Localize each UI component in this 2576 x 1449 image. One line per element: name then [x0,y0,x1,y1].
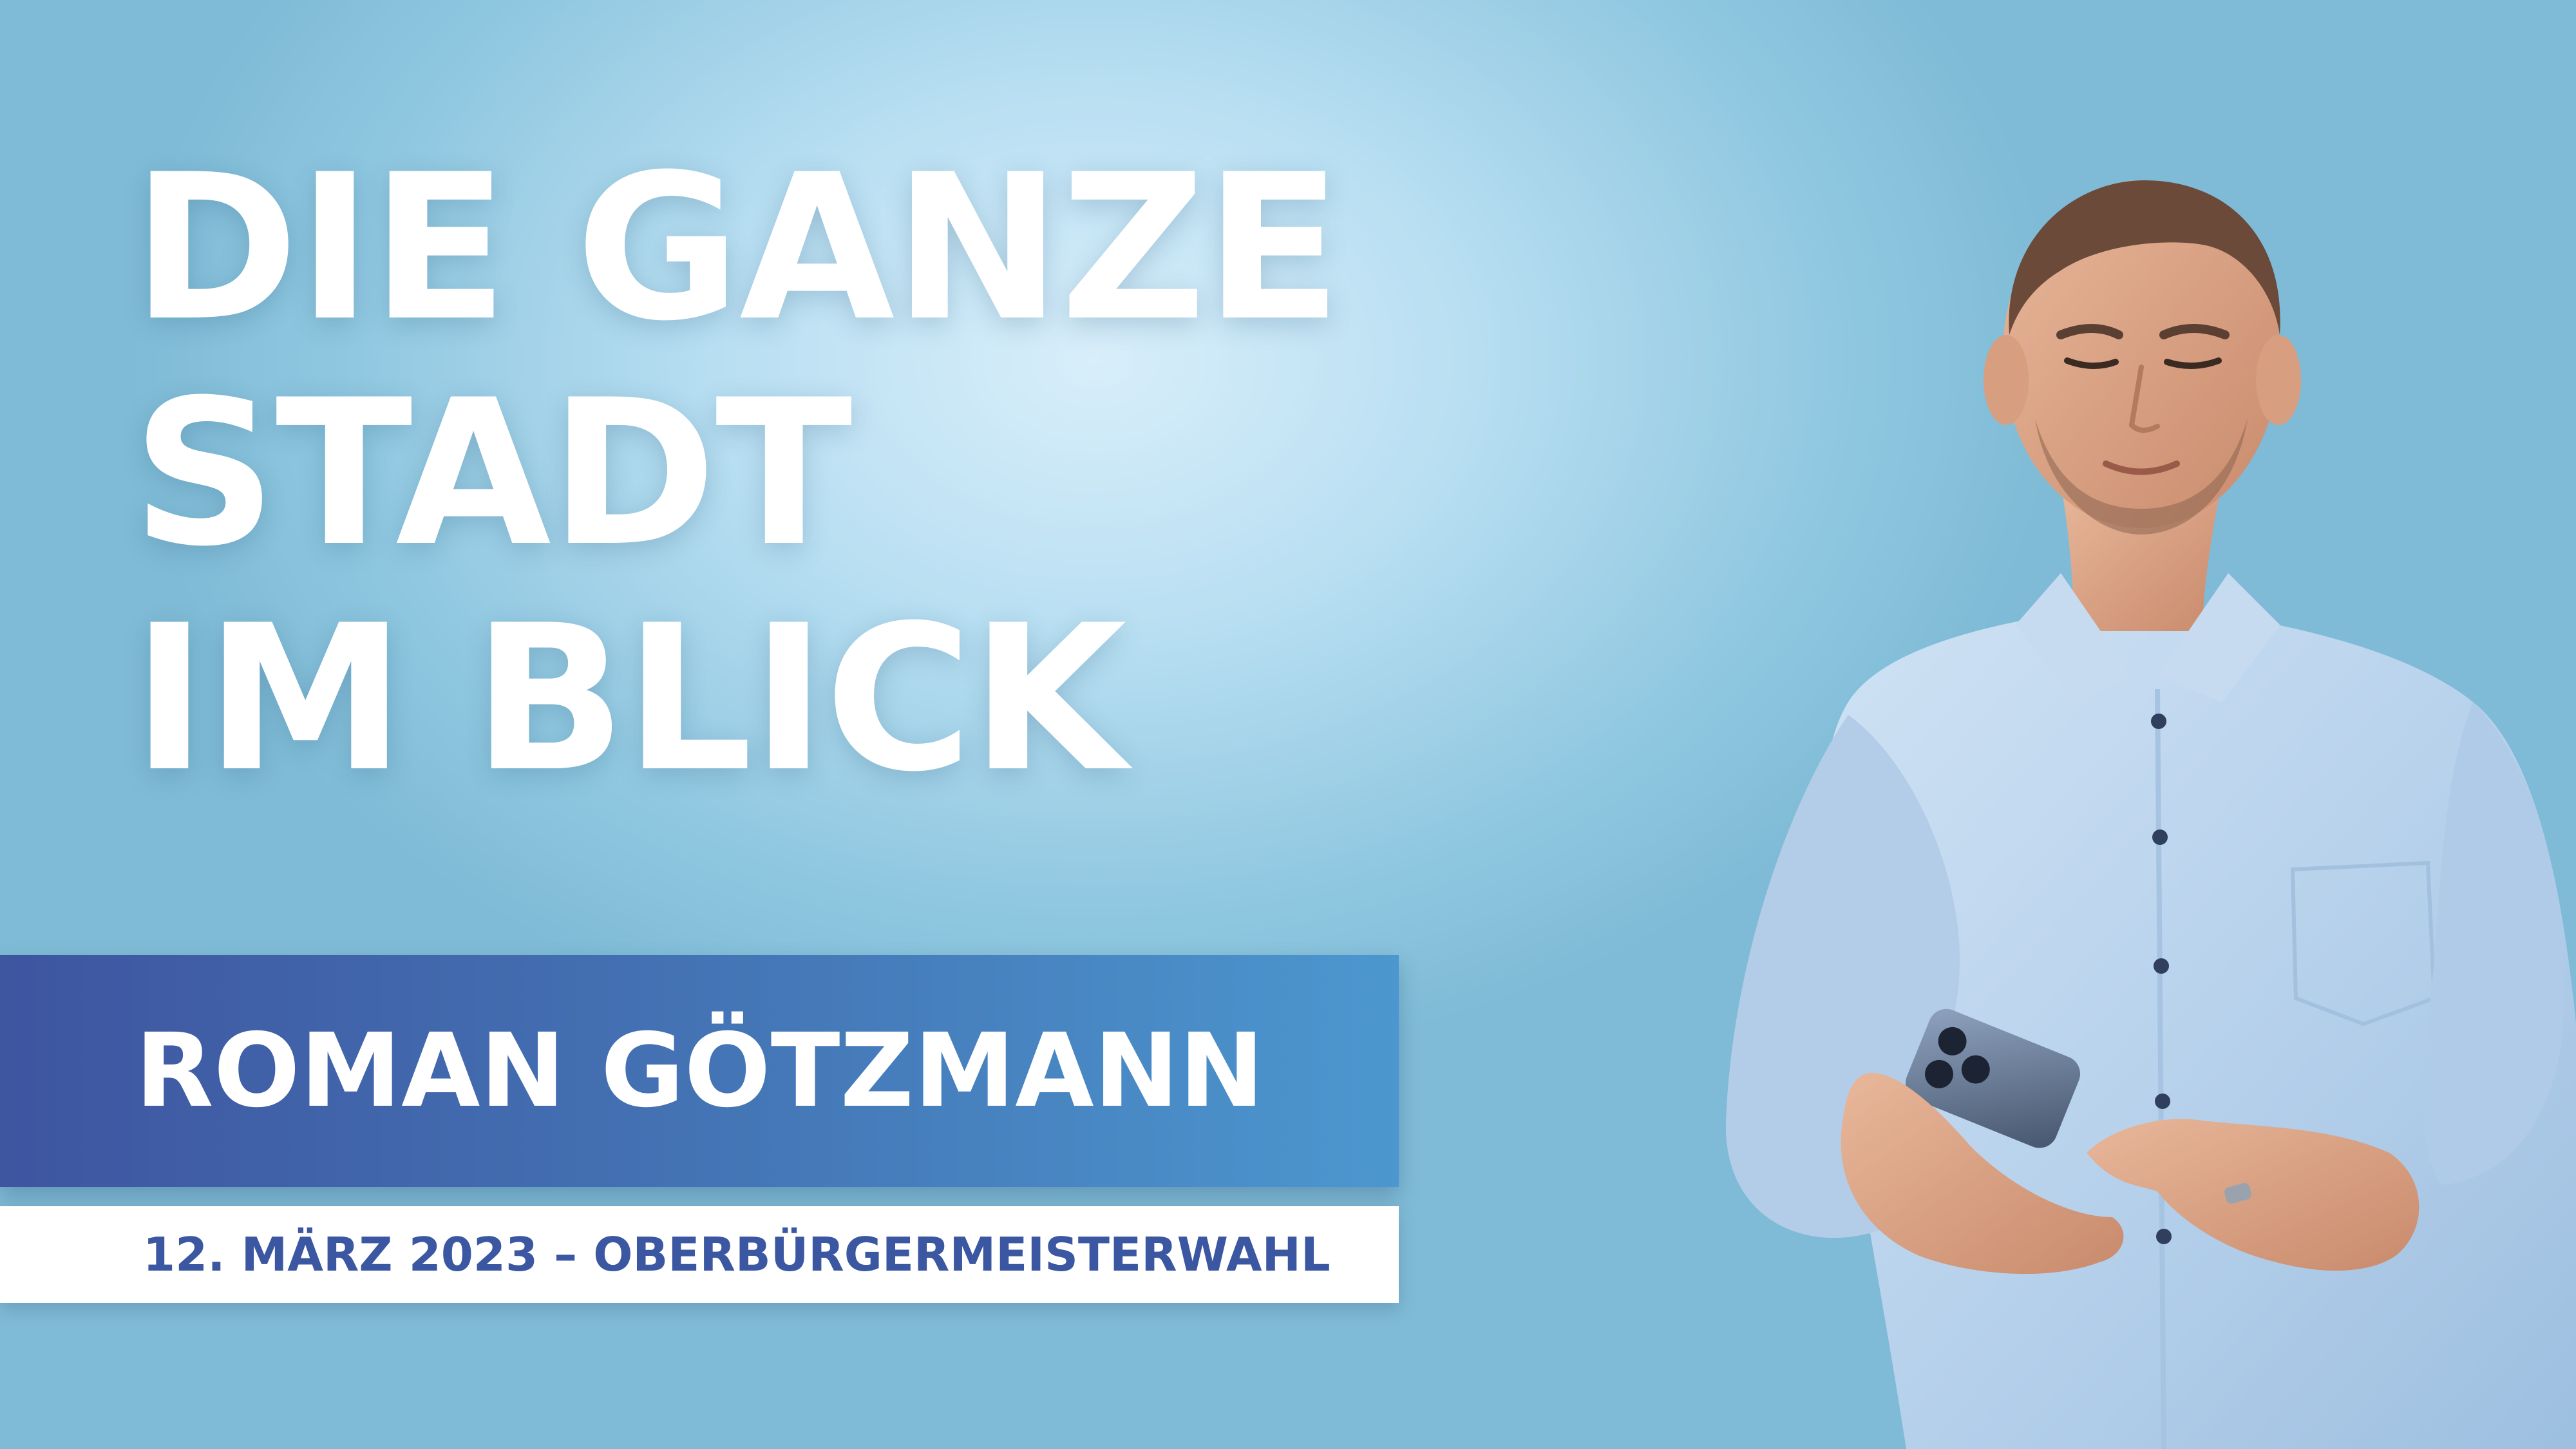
headline-line-2: STADT [132,356,853,591]
shirt-button [2156,1229,2172,1244]
candidate-name: ROMAN GÖTZMANN [135,1012,1265,1130]
shirt-button [2154,958,2169,974]
ear-left [1984,335,2029,425]
headline: DIE GANZE STADT IM BLICK [132,131,1342,816]
shirt-button [2152,829,2168,845]
shirt-button [2155,1094,2170,1109]
headline-line-3: IM BLICK [132,582,1127,816]
shirt-button [2151,714,2166,729]
campaign-poster: DIE GANZE STADT IM BLICK ROMAN GÖTZMANN … [0,0,2576,1449]
election-date-banner: 12. MÄRZ 2023 – OBERBÜRGERMEISTERWAHL [0,1206,1399,1303]
portrait-illustration [1725,180,2576,1449]
election-date-text: 12. MÄRZ 2023 – OBERBÜRGERMEISTERWAHL [143,1227,1331,1282]
candidate-portrait [1713,122,2576,1449]
ear-right [2256,335,2301,425]
candidate-name-banner: ROMAN GÖTZMANN [0,955,1399,1187]
headline-line-1: DIE GANZE [132,131,1342,365]
